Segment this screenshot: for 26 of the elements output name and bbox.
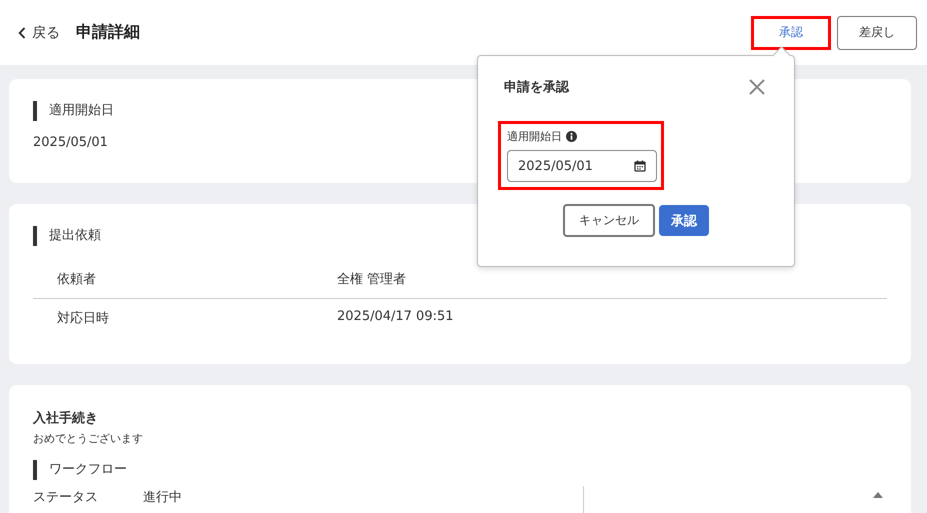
back-link[interactable]: 戻る	[18, 24, 60, 42]
close-button[interactable]	[748, 78, 766, 96]
cancel-button[interactable]: キャンセル	[563, 204, 655, 237]
procedure-description: おめでとうございます	[33, 431, 144, 446]
calendar-icon[interactable]	[634, 160, 646, 172]
row-label: ステータス	[33, 489, 99, 506]
send-back-button[interactable]: 差戻し	[837, 16, 917, 50]
procedure-title: 入社手続き	[33, 410, 99, 427]
date-field[interactable]: 2025/05/01	[507, 150, 657, 182]
close-icon	[749, 79, 765, 95]
info-icon	[566, 131, 577, 142]
chevron-left-icon	[18, 26, 26, 38]
row-label: 対応日時	[57, 310, 110, 327]
row-label: 依頼者	[57, 271, 97, 288]
approve-button[interactable]: 承認	[659, 205, 709, 236]
caret-up-icon	[873, 492, 883, 498]
section-heading: ワークフロー	[33, 460, 887, 480]
popover-title: 申請を承認	[504, 79, 569, 96]
row-value: 全権 管理者	[337, 271, 406, 288]
row-value: 進行中	[143, 489, 183, 506]
field-value: 2025/05/01	[33, 135, 108, 150]
approve-button[interactable]: 承認	[751, 16, 831, 50]
date-value: 2025/05/01	[518, 158, 593, 174]
row-value: 2025/04/17 09:51	[337, 309, 454, 326]
page-title: 申請詳細	[76, 22, 140, 43]
field-label: 適用開始日	[507, 129, 562, 144]
